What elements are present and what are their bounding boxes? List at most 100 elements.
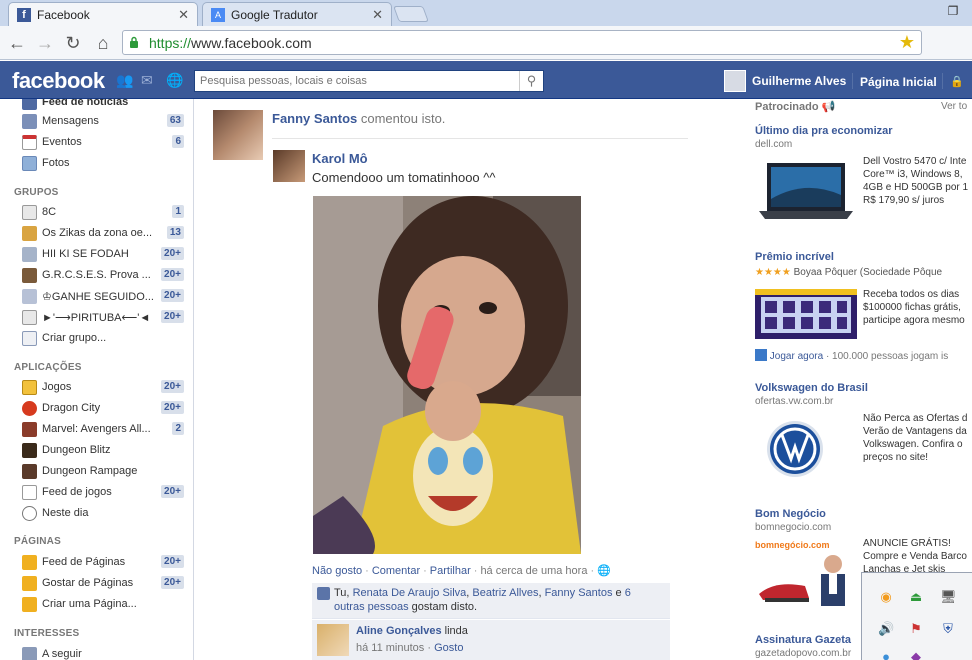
forward-arrow-icon[interactable]: → [34,32,56,54]
comment-link[interactable]: Comentar [372,565,420,577]
volkswagen-logo[interactable] [755,417,857,479]
avatar[interactable] [317,624,349,656]
friend-requests-icon[interactable]: 👥 [116,72,133,88]
sidebar-item-app[interactable]: Dragon City 20+ [0,398,193,419]
home-icon[interactable]: ⌂ [92,32,114,54]
tray-app-icon[interactable]: ● [878,649,894,660]
divider [272,138,688,139]
ad-title[interactable]: Assinatura Gazeta [755,634,851,646]
news-feed-icon [22,99,37,110]
tab-facebook[interactable]: f Facebook ✕ [8,2,198,26]
avatar[interactable] [213,110,263,160]
sidebar-item-events[interactable]: Eventos 6 [0,132,193,153]
reload-icon[interactable]: ↻ [62,32,84,54]
ad-url[interactable]: ofertas.vw.com.br [755,396,833,407]
sidebar-item-group[interactable]: G.R.C.S.E.S. Prova ... 20+ [0,265,193,286]
usb-safe-remove-icon[interactable]: ⏏ [908,589,924,605]
likes-summary: Tu, Renata De Araujo Silva, Beatriz Allv… [312,583,670,619]
close-tab-icon[interactable]: ✕ [178,7,189,23]
avast-icon[interactable]: ◉ [878,589,894,605]
comment-time[interactable]: há 11 minutos [356,642,424,654]
comment-author-link[interactable]: Aline Gonçalves [356,625,442,637]
home-link[interactable]: Página Inicial [860,75,937,89]
share-link[interactable]: Partilhar [430,565,471,577]
create-group-link[interactable]: Criar grupo... [0,328,193,349]
poker-slots-ad-image[interactable] [755,289,857,339]
following-icon [22,647,37,660]
sidebar-item-page[interactable]: Feed de Páginas 20+ [0,552,193,573]
sidebar-item-interest[interactable]: A seguir [0,644,193,660]
search-icon[interactable]: ⚲ [519,71,543,91]
sidebar-item-photos[interactable]: Fotos [0,153,193,174]
ad-title[interactable]: Volkswagen do Brasil [755,382,868,394]
sidebar-item-app[interactable]: Neste dia [0,503,193,524]
messages-icon[interactable]: ✉ [141,72,157,88]
groups-heading: GRUPOS [14,187,59,198]
see-all-link[interactable]: Ver to [941,101,967,112]
public-globe-icon: 🌐 [597,565,611,577]
close-tab-icon[interactable]: ✕ [372,7,383,23]
jetski-man-illustration [759,555,845,606]
ad-url[interactable]: bomnegocio.com [755,522,831,533]
profile-link[interactable]: Guilherme Alves [724,70,846,92]
unlike-link[interactable]: Não gosto [312,565,362,577]
facebook-logo[interactable]: facebook [12,68,105,94]
ad-title[interactable]: Prêmio incrível [755,251,834,263]
sidebar-item-label: Dungeon Rampage [42,465,138,477]
address-bar[interactable]: https://www.facebook.com ★ [122,30,922,55]
laptop-ad-image[interactable] [755,159,857,223]
bomnegocio-ad-image[interactable]: bomnegócio.com [755,540,857,610]
notifications-globe-icon[interactable]: 🌐 [166,72,183,88]
play-now-link[interactable]: Jogar agora [770,351,823,362]
back-arrow-icon[interactable]: ← [6,32,28,54]
sidebar-item-app[interactable]: Dungeon Rampage [0,461,193,482]
new-tab-button[interactable] [393,6,429,22]
sidebar-item-label: Dragon City [42,402,101,414]
ad-url[interactable]: gazetadopovo.com.br [755,648,851,659]
volume-icon[interactable]: 🔊 [878,621,894,637]
sidebar-item-group[interactable]: ♔GANHE SEGUIDO... 20+ [0,286,193,307]
author-link[interactable]: Karol Mô [312,151,368,166]
bookmark-star-icon[interactable]: ★ [899,32,915,53]
sidebar-item-group[interactable]: Os Zikas da zona oe... 13 [0,223,193,244]
ad-title[interactable]: Bom Negócio [755,508,826,520]
sidebar-item-page[interactable]: Gostar de Páginas 20+ [0,573,193,594]
sidebar-item-app[interactable]: Marvel: Avengers All... 2 [0,419,193,440]
post-time[interactable]: há cerca de uma hora [480,565,587,577]
google-translate-favicon-icon: A [211,7,225,22]
sidebar-item-app[interactable]: Feed de jogos 20+ [0,482,193,503]
ad-title[interactable]: Último dia pra economizar [755,125,893,137]
sidebar-item-label: Neste dia [42,507,89,519]
tray-app-icon[interactable]: ◆ [908,649,924,660]
sidebar-item-label: Jogos [42,381,72,393]
sidebar-item-app[interactable]: Jogos 20+ [0,377,193,398]
create-page-link[interactable]: Criar uma Página... [0,594,193,615]
megaphone-icon: 📢 [821,101,836,113]
actor-link[interactable]: Fanny Santos [272,111,357,126]
privacy-lock-icon[interactable]: 🔒 [950,75,964,88]
tab-google-tradutor[interactable]: A Google Tradutor ✕ [202,2,392,26]
sidebar-item-label: Eventos [42,136,82,148]
network-icon[interactable]: 🖥 [940,589,957,605]
avatar[interactable] [273,150,305,182]
liker-link[interactable]: Beatriz Allves [472,587,538,599]
shield-icon[interactable]: ⛨ [940,621,956,637]
facebook-favicon-icon: f [17,7,31,22]
window-restore-icon[interactable]: ❐ [942,4,964,20]
post-photo[interactable] [313,196,581,554]
sidebar-item-messages[interactable]: Mensagens 63 [0,111,193,132]
ad-url[interactable]: dell.com [755,139,792,150]
comment-like-link[interactable]: Gosto [434,642,463,654]
sidebar-item-group[interactable]: 8C 1 [0,202,193,223]
url-text: https://www.facebook.com [149,35,312,51]
group-icon [22,268,37,283]
slots-illustration [755,289,857,339]
sidebar-item-app[interactable]: Dungeon Blitz [0,440,193,461]
search-input[interactable] [195,71,515,91]
liker-link[interactable]: Renata De Araujo Silva [353,587,467,599]
liker-link[interactable]: Fanny Santos [545,587,613,599]
sidebar-item-group[interactable]: ►'⟶PIRITUBA⟵'◄ 20+ [0,307,193,328]
sidebar-item-group[interactable]: HII KI SE FODAH 20+ [0,244,193,265]
post-text: Comendooo um tomatinhooo ^^ [312,170,496,185]
action-center-icon[interactable]: ⚑ [908,621,924,637]
